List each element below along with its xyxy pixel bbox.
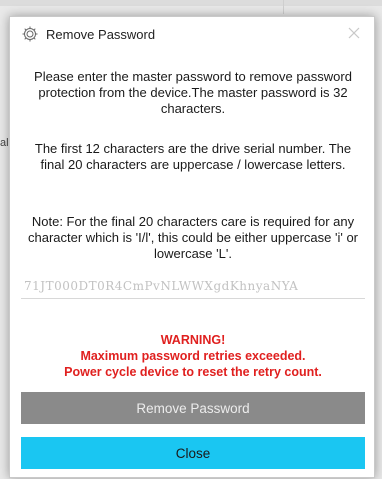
instruction-text: Please enter the master password to remo… [34, 69, 352, 116]
dialog-title: Remove Password [46, 27, 156, 42]
serial-number-info-text: The first 12 characters are the drive se… [34, 141, 352, 172]
background-header-strip [0, 0, 382, 6]
warning-title: WARNING! [160, 333, 226, 347]
remove-password-dialog: Remove Password Please enter the master … [9, 16, 375, 478]
background-divider [283, 0, 284, 14]
master-password-input[interactable] [21, 273, 365, 299]
close-button[interactable]: Close [21, 437, 365, 469]
warning-retries-exceeded-text: Maximum password retries exceeded. [80, 349, 306, 363]
gear-icon [22, 26, 38, 42]
close-icon[interactable] [346, 25, 362, 41]
background-text-fragment: al [0, 137, 9, 149]
dialog-titlebar: Remove Password [10, 17, 374, 53]
character-note-text: Note: For the final 20 characters care i… [27, 214, 359, 261]
warning-power-cycle-text: Power cycle device to reset the retry co… [64, 365, 322, 379]
remove-password-button[interactable]: Remove Password [21, 392, 365, 424]
